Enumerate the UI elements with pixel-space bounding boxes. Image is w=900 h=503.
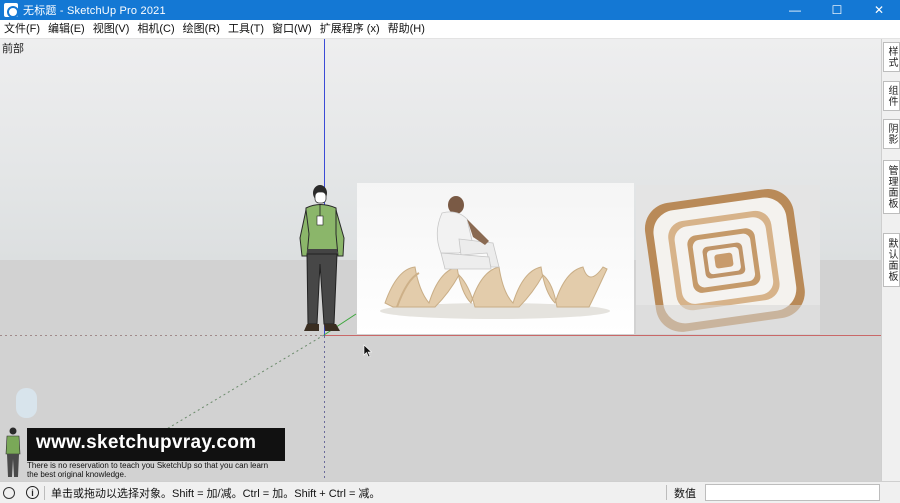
reference-photo-spiral[interactable] bbox=[636, 185, 820, 334]
watermark-caption-line1: There is no reservation to teach you Ske… bbox=[27, 461, 269, 470]
minimize-button[interactable]: — bbox=[774, 0, 816, 20]
watermark-caption-line2: the best original knowledge. bbox=[27, 470, 127, 479]
drawing-viewport[interactable]: 前部 www.sketchupvray.com There is no rese… bbox=[0, 39, 881, 481]
reference-photo-bench[interactable] bbox=[357, 183, 634, 334]
small-figure bbox=[5, 427, 21, 477]
geo-location-icon[interactable] bbox=[3, 486, 15, 499]
status-hint: 单击或拖动以选择对象。Shift = 加/减。Ctrl = 加。Shift + … bbox=[51, 487, 381, 500]
tray-tab-default-label: 默认面板 bbox=[886, 238, 897, 282]
menu-extensions[interactable]: 扩展程序 (x) bbox=[316, 20, 384, 39]
measurements-input[interactable] bbox=[705, 484, 880, 501]
sketchup-logo-icon bbox=[4, 3, 19, 18]
menu-view[interactable]: 视图(V) bbox=[89, 20, 134, 39]
tray-tab-shadows[interactable]: 阴影 bbox=[883, 119, 900, 149]
tray-tab-default[interactable]: 默认面板 bbox=[883, 233, 900, 287]
menu-camera[interactable]: 相机(C) bbox=[133, 20, 178, 39]
tray-tab-shadows-label: 阴影 bbox=[886, 123, 897, 145]
spiral-illustration bbox=[636, 185, 820, 334]
bench-illustration bbox=[357, 183, 634, 334]
tray-tab-styles[interactable]: 样式 bbox=[883, 42, 900, 72]
green-axis-negative bbox=[149, 334, 325, 440]
window-title: 无标题 - SketchUp Pro 2021 bbox=[23, 5, 166, 17]
status-bar: i 单击或拖动以选择对象。Shift = 加/减。Ctrl = 加。Shift … bbox=[0, 481, 900, 503]
status-divider bbox=[44, 485, 45, 500]
menu-tools[interactable]: 工具(T) bbox=[224, 20, 268, 39]
scale-figure[interactable] bbox=[298, 184, 350, 344]
menu-help[interactable]: 帮助(H) bbox=[384, 20, 429, 39]
measurements-divider bbox=[666, 485, 667, 500]
tray-tab-components[interactable]: 组件 bbox=[883, 81, 900, 111]
default-tray: 样式 组件 阴影 管理面板 默认面板 bbox=[881, 39, 900, 481]
info-icon[interactable]: i bbox=[26, 486, 39, 499]
measurements-label: 数值 bbox=[674, 488, 696, 500]
menu-edit[interactable]: 编辑(E) bbox=[44, 20, 89, 39]
close-button[interactable]: ✕ bbox=[858, 0, 900, 20]
tray-tab-manage[interactable]: 管理面板 bbox=[883, 160, 900, 214]
soft-shape-decoration bbox=[16, 388, 37, 418]
title-bar: 无标题 - SketchUp Pro 2021 — ☐ ✕ bbox=[0, 0, 900, 20]
tray-tab-components-label: 组件 bbox=[886, 85, 897, 107]
maximize-button[interactable]: ☐ bbox=[816, 0, 858, 20]
tray-tab-styles-label: 样式 bbox=[886, 46, 897, 68]
mouse-pointer-icon bbox=[363, 344, 373, 358]
window-controls: — ☐ ✕ bbox=[774, 0, 900, 20]
menu-window[interactable]: 窗口(W) bbox=[268, 20, 316, 39]
watermark-url: www.sketchupvray.com bbox=[36, 432, 257, 453]
tray-tab-manage-label: 管理面板 bbox=[886, 165, 897, 209]
menu-bar: 文件(F) 编辑(E) 视图(V) 相机(C) 绘图(R) 工具(T) 窗口(W… bbox=[0, 20, 900, 39]
menu-file[interactable]: 文件(F) bbox=[0, 20, 44, 39]
menu-draw[interactable]: 绘图(R) bbox=[179, 20, 224, 39]
